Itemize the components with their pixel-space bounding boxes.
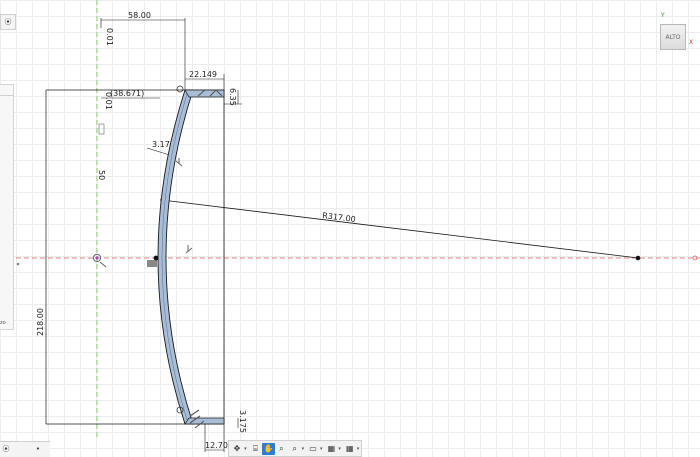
- browser-panel-toggle[interactable]: ⦿: [0, 14, 16, 30]
- dim-bottom-width-label[interactable]: 12.70: [205, 441, 228, 450]
- sketch-drawing[interactable]: 58.00 0.01 0.01 (38.671) 22.149 6.35 3.1…: [0, 0, 700, 457]
- dim-top-small-label[interactable]: 6.35: [228, 88, 237, 106]
- fit-button[interactable]: ⌕: [289, 443, 301, 455]
- display-dropdown-icon[interactable]: ▾: [320, 446, 324, 452]
- sketch-canvas[interactable]: 58.00 0.01 0.01 (38.671) 22.149 6.35 3.1…: [0, 0, 700, 457]
- side-panel[interactable]: [0, 84, 14, 330]
- view-cube-x-axis: X: [689, 39, 694, 46]
- viewports-button[interactable]: ▦: [344, 443, 356, 455]
- arc-center-point[interactable]: [635, 255, 641, 261]
- dim-top-width-label[interactable]: 58.00: [128, 11, 151, 20]
- side-panel-label[interactable]: zo: [0, 318, 12, 328]
- display-settings-button[interactable]: ▭: [307, 443, 319, 455]
- grid-dropdown-icon[interactable]: ▾: [338, 446, 342, 452]
- bottom-end-cap[interactable]: [184, 417, 225, 425]
- constraint-icon[interactable]: [98, 123, 105, 135]
- origin-center: [95, 256, 99, 260]
- dim-radius-label[interactable]: R317.00: [322, 211, 356, 224]
- comments-expand-icon[interactable]: ⦿: [2, 445, 10, 453]
- dim-offset-ref-label[interactable]: (38.671): [110, 89, 144, 98]
- viewports-dropdown-icon[interactable]: ▾: [357, 446, 361, 452]
- dim-bottom-small-label[interactable]: 3.175: [238, 410, 247, 433]
- grid-settings-button[interactable]: ▦: [325, 443, 337, 455]
- view-cube-top-face[interactable]: ALTO: [660, 24, 686, 50]
- radius-dimension-line[interactable]: [161, 199, 639, 259]
- dim-top-left-vertical-label[interactable]: 0.01: [105, 28, 114, 46]
- pan-button[interactable]: ✋: [262, 442, 275, 455]
- browser-expand-icon[interactable]: ⦿: [4, 18, 12, 26]
- comments-panel[interactable]: ⦿ •: [0, 441, 50, 457]
- axis-start-marker: [16, 262, 20, 266]
- side-panel-divider: [0, 95, 13, 96]
- zoom-button[interactable]: ⌕: [276, 443, 288, 455]
- perpendicular-constraint-mid[interactable]: [185, 245, 193, 254]
- navigation-toolbar: ✥ ▾ ⌸ ✋ ⌕ ⌕ ▾ ▭ ▾ ▦ ▾ ▦ ▾: [228, 440, 362, 457]
- fit-dropdown-icon[interactable]: ▾: [302, 446, 306, 452]
- comments-add-icon[interactable]: •: [34, 445, 42, 453]
- perpendicular-constraint[interactable]: [175, 158, 183, 167]
- fix-constraint-icon[interactable]: [147, 260, 157, 267]
- look-at-button[interactable]: ⌸: [249, 443, 261, 455]
- view-cube[interactable]: Y ALTO X: [656, 12, 694, 52]
- dim-height-total-label[interactable]: 218.00: [36, 308, 45, 336]
- tangent-constraint-top[interactable]: [176, 85, 184, 93]
- orbit-dropdown-icon[interactable]: ▾: [244, 446, 248, 452]
- view-cube-y-axis: Y: [661, 12, 665, 19]
- origin-handle: [99, 261, 107, 268]
- orbit-button[interactable]: ✥: [231, 443, 243, 455]
- arc-midpoint[interactable]: [153, 255, 159, 261]
- dim-right-offset-label[interactable]: 22.149: [189, 70, 217, 79]
- dim-mid-height-label[interactable]: 50: [97, 170, 106, 180]
